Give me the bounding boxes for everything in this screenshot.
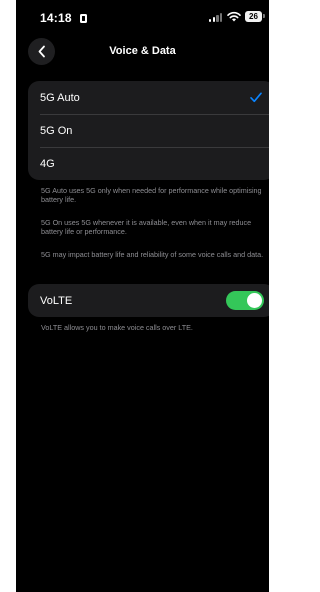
status-bar: 14:18 26 <box>16 0 269 36</box>
option-5g-auto[interactable]: 5G Auto <box>28 81 269 114</box>
note-5g-impact: 5G may impact battery life and reliabili… <box>41 250 264 259</box>
option-label: 4G <box>40 157 55 170</box>
volte-footnote: VoLTE allows you to make voice calls ove… <box>41 323 193 332</box>
sim-card-icon <box>80 14 87 23</box>
navigation-bar: Voice & Data <box>16 36 269 72</box>
option-label: 5G Auto <box>40 91 80 104</box>
note-5g-on: 5G On uses 5G whenever it is available, … <box>41 218 252 237</box>
status-time: 14:18 <box>40 11 72 25</box>
volte-row: VoLTE <box>28 284 269 317</box>
option-5g-on[interactable]: 5G On <box>28 114 269 147</box>
volte-group: VoLTE <box>28 284 269 317</box>
checkmark-icon <box>250 92 262 103</box>
option-4g[interactable]: 4G <box>28 147 269 180</box>
network-mode-group: 5G Auto 5G On 4G <box>28 81 269 180</box>
cellular-signal-icon <box>209 12 223 22</box>
phone-screen: 14:18 26 Voice & Data 5G Auto 5G On 4G 5… <box>16 0 269 592</box>
option-label: 5G On <box>40 124 73 137</box>
note-5g-auto: 5G Auto uses 5G only when needed for per… <box>41 186 262 205</box>
volte-label: VoLTE <box>40 294 73 307</box>
battery-tip <box>263 14 265 18</box>
battery-icon: 26 <box>245 11 262 22</box>
volte-toggle[interactable] <box>226 291 264 310</box>
toggle-knob <box>247 293 262 308</box>
wifi-icon <box>227 11 241 22</box>
page-title: Voice & Data <box>109 45 176 57</box>
